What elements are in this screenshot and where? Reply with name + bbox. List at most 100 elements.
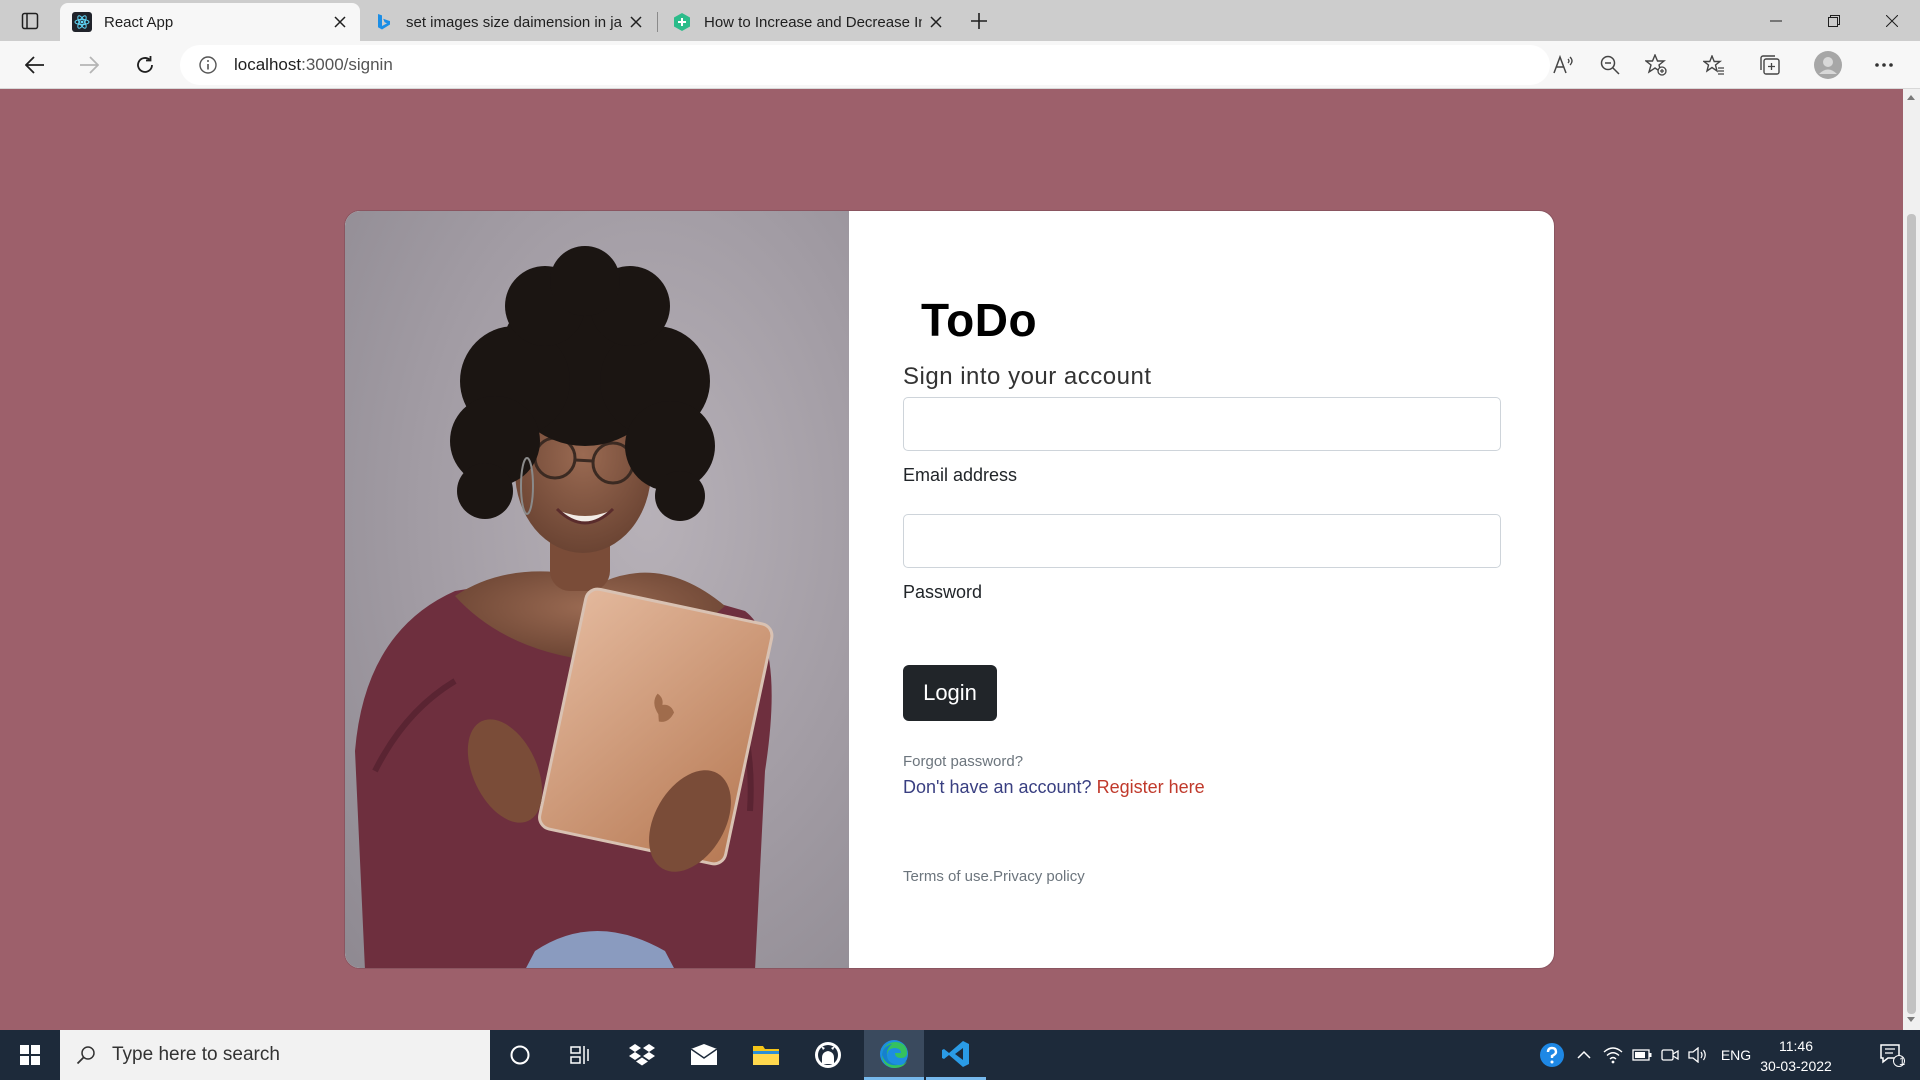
no-account-text: Don't have an account? — [903, 777, 1097, 797]
footer-links: Terms of use.Privacy policy — [903, 868, 1085, 885]
forward-arrow-icon — [80, 56, 99, 74]
meet-now-icon — [1661, 1049, 1679, 1061]
vscode-icon — [942, 1040, 969, 1067]
task-view-icon — [570, 1046, 589, 1064]
restore-icon — [1828, 14, 1840, 27]
mail-button[interactable] — [676, 1030, 732, 1080]
task-view-button[interactable] — [552, 1030, 608, 1080]
page-scrollbar[interactable] — [1903, 89, 1920, 1030]
help-tray-button[interactable] — [1534, 1030, 1570, 1080]
signin-subtitle: Sign into your account — [903, 363, 1152, 390]
taskbar-search-box[interactable]: Type here to search — [60, 1030, 490, 1080]
back-button[interactable] — [18, 49, 52, 81]
favorites-icon — [1703, 55, 1724, 75]
password-label: Password — [903, 582, 983, 602]
battery-tray-button[interactable] — [1628, 1030, 1656, 1080]
minimize-icon — [1770, 20, 1782, 21]
minimize-button[interactable] — [1748, 0, 1804, 41]
close-window-button[interactable] — [1864, 0, 1920, 41]
url-host: localhost — [234, 55, 302, 74]
register-link[interactable]: Register here — [1097, 777, 1205, 797]
collections-button[interactable] — [1754, 49, 1786, 81]
taskbar-clock[interactable]: 11:46 30-03-2022 — [1760, 1036, 1832, 1076]
tab-bar: React App set images size daimension in … — [0, 0, 1920, 41]
url-text[interactable]: localhost:3000/signin — [234, 55, 393, 75]
volume-tray-button[interactable] — [1684, 1030, 1712, 1080]
add-favorite-button[interactable] — [1640, 49, 1672, 81]
login-button[interactable]: Login — [903, 665, 997, 721]
battery-icon — [1632, 1049, 1652, 1061]
cortana-button[interactable] — [492, 1030, 548, 1080]
tab-title: How to Increase and Decrease In — [704, 13, 922, 31]
show-hidden-icons-button[interactable] — [1572, 1030, 1596, 1080]
forgot-password-link[interactable]: Forgot password? — [903, 753, 1023, 770]
collections-icon — [1760, 55, 1780, 75]
info-icon[interactable] — [196, 53, 220, 77]
email-input[interactable] — [903, 397, 1501, 451]
profile-button[interactable] — [1812, 49, 1844, 81]
brand-title: ToDo — [921, 294, 1038, 346]
search-placeholder: Type here to search — [112, 1044, 280, 1065]
tab-divider — [657, 12, 658, 32]
react-icon — [72, 12, 92, 32]
dropbox-button[interactable] — [614, 1030, 670, 1080]
bing-icon — [374, 12, 394, 32]
tab-geeksforgeeks[interactable]: How to Increase and Decrease In — [660, 3, 956, 41]
github-icon — [815, 1042, 841, 1068]
refresh-button[interactable] — [128, 49, 162, 81]
chevron-up-icon — [1577, 1050, 1591, 1059]
settings-menu-button[interactable] — [1868, 49, 1900, 81]
close-tab-icon[interactable] — [922, 8, 950, 36]
read-aloud-icon — [1553, 55, 1573, 74]
notification-center-button[interactable]: 1 — [1864, 1030, 1920, 1080]
forward-button[interactable] — [72, 49, 106, 81]
volume-icon — [1688, 1047, 1706, 1063]
privacy-policy-link[interactable]: Privacy policy — [993, 868, 1085, 885]
email-label: Email address — [903, 465, 1018, 485]
close-icon — [1886, 14, 1898, 27]
geeks-icon — [672, 12, 692, 32]
plus-icon — [971, 13, 987, 29]
input-language-indicator[interactable]: ENG — [1716, 1030, 1756, 1080]
vscode-button[interactable] — [926, 1030, 986, 1080]
github-desktop-button[interactable] — [800, 1030, 856, 1080]
search-icon — [76, 1046, 95, 1065]
zoom-button[interactable] — [1594, 49, 1626, 81]
scroll-up-icon[interactable] — [1907, 95, 1915, 100]
wifi-icon — [1603, 1047, 1623, 1064]
tab-title: set images size daimension in ja — [406, 13, 622, 31]
password-input[interactable] — [903, 514, 1501, 568]
tab-actions-icon — [21, 12, 39, 30]
star-add-icon — [1645, 54, 1667, 76]
tab-bing-search[interactable]: set images size daimension in ja — [362, 3, 656, 41]
favorites-button[interactable] — [1698, 49, 1730, 81]
tab-title: React App — [104, 13, 174, 31]
photo-illustration — [355, 246, 774, 968]
edge-browser-button[interactable] — [864, 1030, 924, 1080]
close-tab-icon[interactable] — [622, 8, 650, 36]
tab-react-app[interactable]: React App — [60, 3, 360, 41]
scroll-down-icon[interactable] — [1907, 1017, 1915, 1022]
read-aloud-button[interactable] — [1548, 49, 1580, 81]
back-arrow-icon — [25, 56, 44, 74]
signin-card: ToDo Sign into your account Email addres… — [344, 210, 1555, 969]
restore-button[interactable] — [1806, 0, 1862, 41]
navigation-bar: localhost:3000/signin — [0, 41, 1920, 89]
scrollbar-thumb[interactable] — [1907, 214, 1916, 1014]
address-bar[interactable]: localhost:3000/signin — [180, 45, 1550, 85]
windows-logo-icon — [20, 1045, 40, 1065]
meet-now-tray-button[interactable] — [1658, 1030, 1682, 1080]
network-tray-button[interactable] — [1600, 1030, 1626, 1080]
terms-of-use-link[interactable]: Terms of use. — [903, 868, 993, 885]
url-path: :3000/signin — [301, 55, 393, 74]
windows-taskbar: Type here to search ENG 11:46 30-03-2022… — [0, 1030, 1920, 1080]
start-button[interactable] — [0, 1030, 60, 1080]
zoom-out-icon — [1600, 55, 1620, 75]
tab-actions-button[interactable] — [8, 7, 52, 35]
file-explorer-button[interactable] — [738, 1030, 794, 1080]
woman-with-tablet-image — [345, 211, 849, 968]
close-tab-icon[interactable] — [326, 8, 354, 36]
notification-count: 1 — [1899, 1056, 1906, 1068]
folder-icon — [753, 1046, 779, 1065]
new-tab-button[interactable] — [963, 5, 995, 37]
